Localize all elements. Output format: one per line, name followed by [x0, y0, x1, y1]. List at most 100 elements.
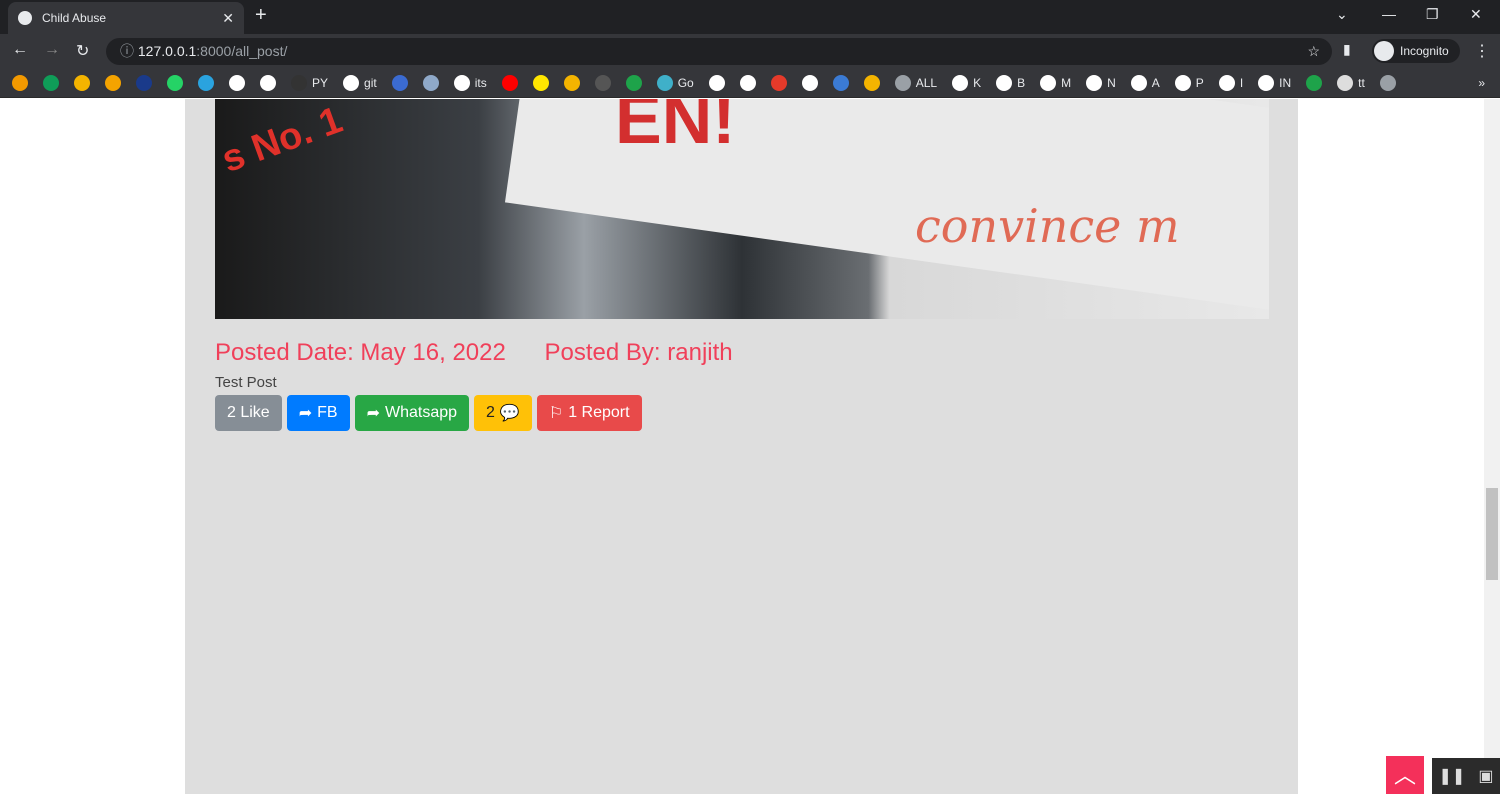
bookmark-favicon-icon [74, 74, 90, 91]
pause-icon[interactable]: ❚❚ [1439, 766, 1466, 786]
bookmark-item[interactable] [136, 74, 152, 91]
minimize-button[interactable]: — [1382, 6, 1396, 22]
bookmark-label: Go [677, 75, 694, 90]
bookmark-item[interactable] [501, 74, 518, 91]
bookmark-item[interactable] [563, 74, 580, 91]
bookmark-favicon-icon [770, 74, 787, 91]
reload-icon[interactable]: ↻ [76, 41, 89, 61]
like-button[interactable]: 2 Like [215, 395, 282, 431]
bookmark-item[interactable] [1306, 74, 1323, 91]
bookmark-label: N [1107, 75, 1116, 90]
bookmark-label: tt [1358, 75, 1365, 90]
bookmark-label: M [1061, 75, 1072, 90]
bookmark-item[interactable]: git [343, 74, 377, 91]
bookmark-item[interactable]: P [1174, 74, 1204, 91]
bookmark-item[interactable] [422, 74, 439, 91]
bookmark-favicon-icon [563, 74, 580, 91]
bookmark-favicon-icon [832, 74, 849, 91]
url-host: 127.0.0.1 [137, 43, 197, 59]
bookmark-item[interactable] [260, 74, 276, 91]
tab-search-icon[interactable]: ⌄ [1336, 6, 1348, 23]
close-tab-icon[interactable]: ✕ [222, 10, 234, 27]
bookmark-item[interactable] [532, 74, 549, 91]
bookmark-item[interactable]: its [453, 74, 487, 91]
bookmark-item[interactable] [74, 74, 90, 91]
image-ticker-text: s No. 1 [216, 99, 348, 182]
bookmark-favicon-icon [291, 74, 307, 91]
bookmark-item[interactable]: M [1040, 74, 1072, 91]
bookmark-favicon-icon [594, 74, 611, 91]
bookmark-favicon-icon [12, 74, 28, 91]
bookmark-item[interactable] [594, 74, 611, 91]
bookmark-item[interactable] [229, 74, 245, 91]
post-description: Test Post [215, 374, 277, 391]
bookmark-item[interactable] [832, 74, 849, 91]
restore-button[interactable]: ❐ [1426, 6, 1439, 23]
bookmark-star-icon[interactable]: ☆ [1307, 38, 1320, 65]
new-tab-button[interactable]: + [255, 4, 267, 27]
like-label: 2 Like [227, 404, 270, 421]
bookmarks-overflow-button[interactable]: » [1478, 76, 1485, 90]
bookmark-item[interactable]: PY [291, 74, 328, 91]
bookmark-favicon-icon [1040, 74, 1057, 91]
bookmark-item[interactable]: K [952, 74, 981, 91]
globe-icon [18, 11, 32, 25]
bookmark-item[interactable]: IN [1258, 74, 1291, 91]
bookmark-item[interactable] [801, 74, 818, 91]
media-controls: ❚❚ ▣ [1432, 758, 1500, 794]
bookmark-favicon-icon [229, 74, 245, 91]
bookmark-favicon-icon [1086, 74, 1103, 91]
bookmark-item[interactable] [625, 74, 642, 91]
scroll-to-top-button[interactable]: ︿ [1386, 756, 1424, 794]
bookmark-favicon-icon [532, 74, 549, 91]
bookmark-item[interactable]: tt [1337, 74, 1365, 91]
bookmark-item[interactable] [1379, 74, 1396, 91]
bookmark-favicon-icon [136, 74, 152, 91]
bookmark-label: B [1017, 75, 1026, 90]
bookmark-favicon-icon [863, 74, 880, 91]
bookmark-item[interactable] [708, 74, 725, 91]
tab-child-abuse[interactable]: Child Abuse ✕ [8, 2, 244, 34]
bookmark-item[interactable]: Go [656, 74, 694, 91]
picture-in-picture-icon[interactable]: ▣ [1478, 766, 1493, 786]
bookmark-item[interactable] [863, 74, 880, 91]
bookmark-item[interactable] [167, 74, 183, 91]
bookmark-item[interactable] [739, 74, 756, 91]
bookmark-item[interactable]: A [1130, 74, 1160, 91]
bookmark-item[interactable]: ALL [894, 74, 937, 91]
post-actions: 2 Like ➦ FB ➦ Whatsapp 2 💬 ⚐ 1 Report [215, 395, 642, 431]
bookmark-favicon-icon [625, 74, 642, 91]
back-icon[interactable]: ← [12, 41, 28, 59]
bookmark-item[interactable] [105, 74, 121, 91]
bookmark-item[interactable]: B [996, 74, 1026, 91]
bookmark-favicon-icon [1130, 74, 1147, 91]
bookmark-favicon-icon [1306, 74, 1323, 91]
page-scrollbar[interactable] [1484, 99, 1500, 794]
side-panel-icon[interactable]: ▮ [1343, 41, 1351, 58]
bookmark-item[interactable] [12, 74, 28, 91]
close-window-button[interactable]: ✕ [1470, 6, 1482, 23]
report-button[interactable]: ⚐ 1 Report [536, 395, 642, 431]
fb-share-button[interactable]: ➦ FB [286, 395, 350, 431]
bookmark-favicon-icon [501, 74, 518, 91]
bookmark-item[interactable] [770, 74, 787, 91]
incognito-profile[interactable]: Incognito [1372, 39, 1460, 63]
bookmark-item[interactable]: I [1218, 74, 1243, 91]
whatsapp-share-button[interactable]: ➦ Whatsapp [354, 395, 470, 431]
address-bar[interactable]: ⓘ 127.0.0.1:8000/all_post/ ☆ [106, 38, 1332, 65]
comments-button[interactable]: 2 💬 [474, 395, 532, 431]
bookmark-favicon-icon [801, 74, 818, 91]
info-icon: ⓘ [120, 43, 138, 59]
bookmark-favicon-icon [343, 74, 360, 91]
bookmark-item[interactable] [43, 74, 59, 91]
menu-icon[interactable]: ⋮ [1474, 41, 1490, 61]
forward-icon[interactable]: → [44, 41, 60, 59]
bookmark-item[interactable] [198, 74, 214, 91]
bookmark-item[interactable] [391, 74, 408, 91]
profile-label: Incognito [1400, 44, 1449, 58]
posted-by: Posted By: ranjith [544, 339, 733, 366]
scrollbar-thumb[interactable] [1486, 488, 1498, 580]
bookmark-item[interactable]: N [1086, 74, 1116, 91]
chevron-up-icon: ︿ [1393, 763, 1416, 788]
bookmark-label: git [364, 75, 377, 90]
